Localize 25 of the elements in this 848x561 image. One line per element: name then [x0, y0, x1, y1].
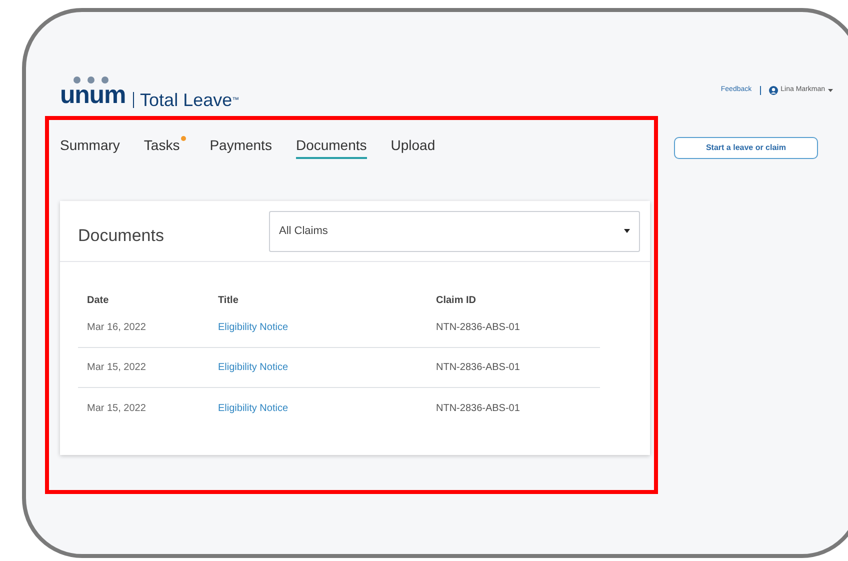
claim-id-cell-text: NTN-2836-ABS-01 [436, 361, 520, 375]
nav-tab[interactable]: Payments [210, 136, 272, 159]
document-link[interactable]: Eligibility Notice [218, 362, 288, 373]
nav-tab[interactable]: Summary [60, 136, 120, 159]
column-header: Date [87, 294, 110, 308]
caret-icon [624, 229, 630, 233]
column-header: Title [218, 294, 240, 308]
date-cell-text: Mar 16, 2022 [87, 321, 147, 335]
nav-tab[interactable]: Tasks [144, 136, 186, 159]
document-link[interactable]: Eligibility Notice [218, 402, 288, 414]
nav-tab[interactable]: Upload [390, 136, 436, 159]
caret-icon [828, 88, 833, 92]
card-title: Documents [78, 225, 164, 248]
start-claim-button[interactable]: Start a leave or claim [674, 137, 818, 159]
column-header: Claim ID [436, 294, 476, 308]
claims-dropdown[interactable]: All Claims [269, 210, 640, 252]
nav-tab[interactable]: Documents [296, 136, 367, 159]
claim-id-cell-text: NTN-2836-ABS-01 [436, 321, 520, 335]
date-cell-text: Mar 15, 2022 [87, 361, 147, 375]
document-link[interactable]: Eligibility Notice [218, 322, 288, 333]
user-icon [768, 86, 778, 94]
logo-text: unum [60, 80, 126, 108]
product-name: Total Leave$^{™}$ [140, 88, 240, 110]
date-cell-text: Mar 15, 2022 [87, 402, 147, 416]
claim-id-cell-text: NTN-2836-ABS-01 [436, 402, 520, 416]
